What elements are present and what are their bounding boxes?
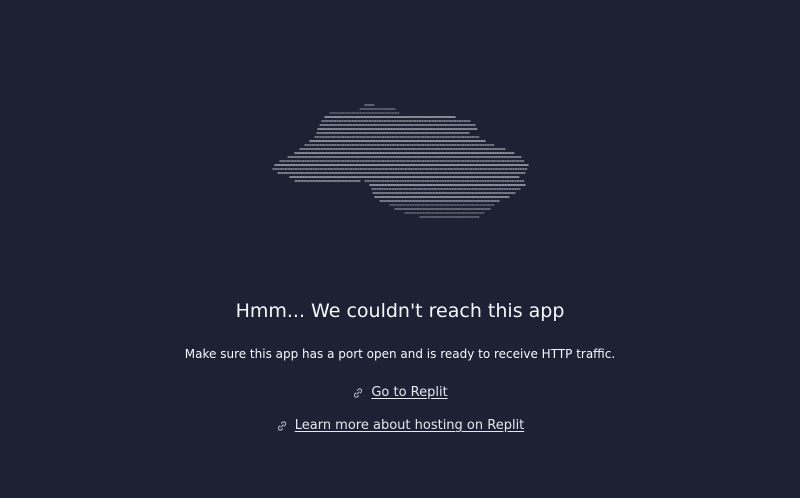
go-to-replit-link[interactable]: Go to Replit [352,384,448,402]
page-title: Hmm... We couldn't reach this app [235,300,565,322]
error-page: Hmm... We couldn't reach this app Make s… [0,0,800,498]
link-icon [277,421,286,431]
learn-more-hosting-label: Learn more about hosting on Replit [294,418,525,433]
learn-more-hosting-link[interactable]: Learn more about hosting on Replit [276,417,525,435]
error-message: Make sure this app has a port open and i… [184,347,616,361]
ascii-cloud-illustration [272,104,529,218]
link-icon [354,388,363,398]
go-to-replit-label: Go to Replit [371,385,448,400]
